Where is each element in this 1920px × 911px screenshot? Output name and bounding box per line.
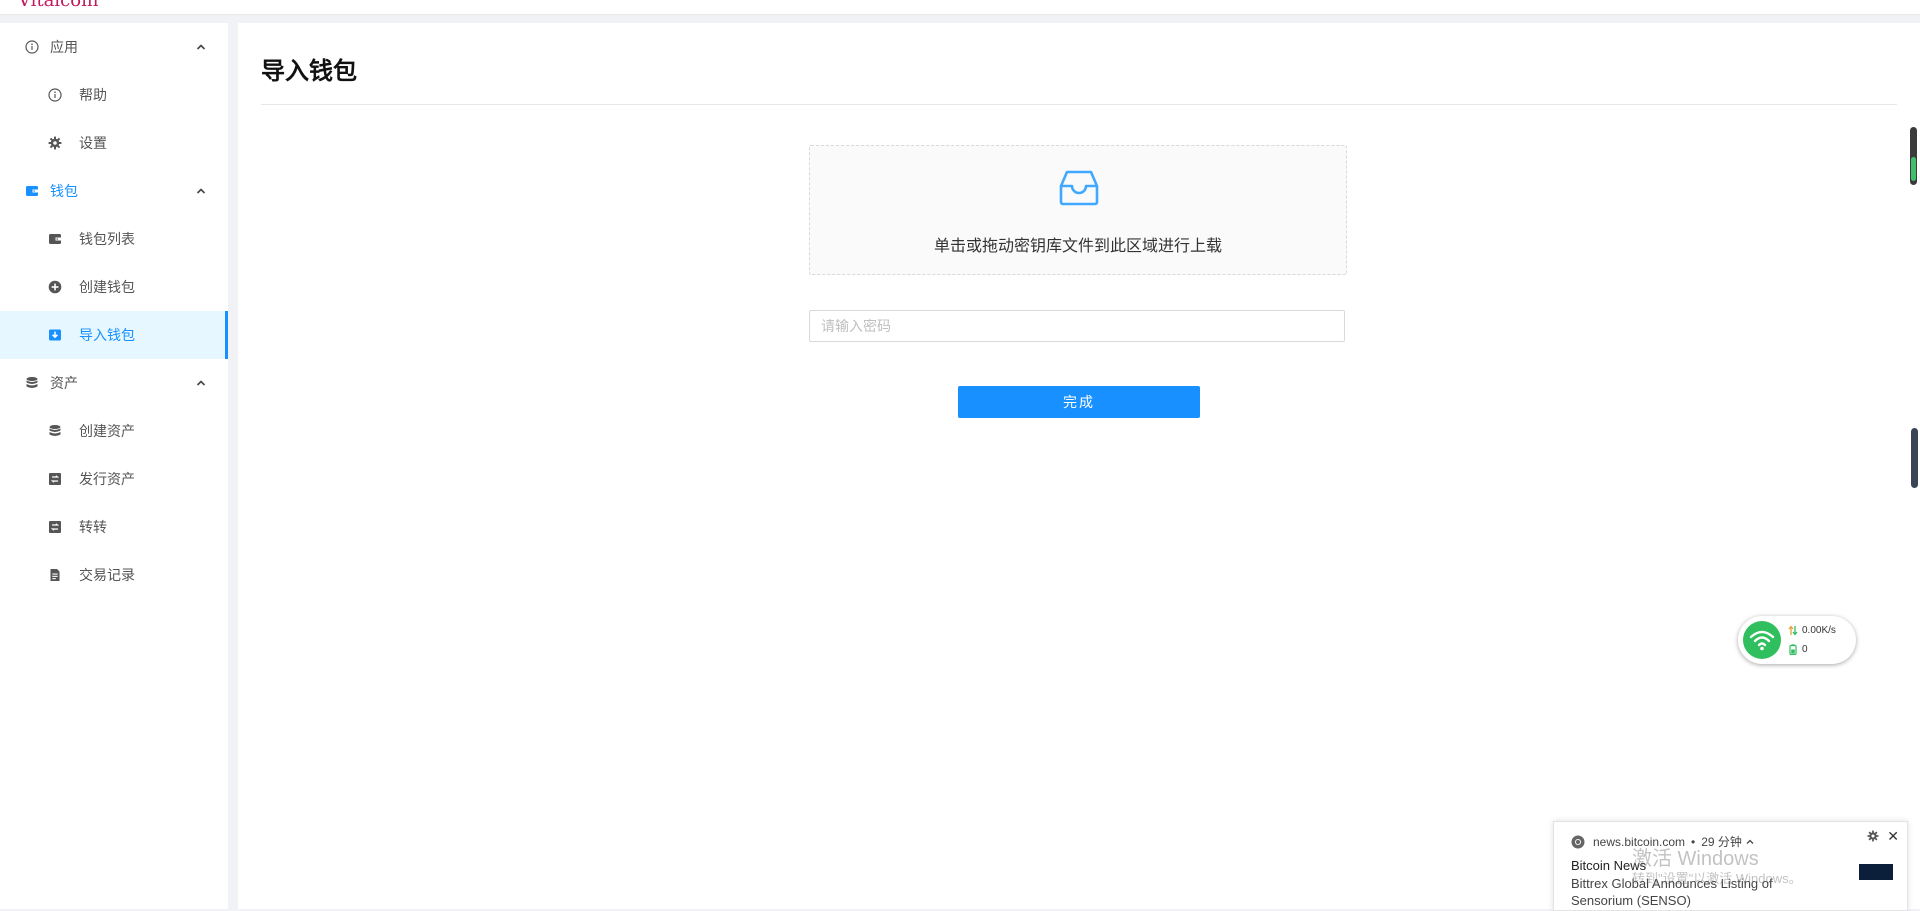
network-speed-widget[interactable]: 0.00K/s 0 (1738, 616, 1856, 664)
wifi-icon (1743, 621, 1781, 659)
keystore-upload-dropzone[interactable]: 单击或拖动密钥库文件到此区域进行上载 (809, 145, 1347, 275)
sidebar-item-label: 导入钱包 (79, 327, 135, 343)
browser-notification[interactable]: news.bitcoin.com • 29 分钟 ✕ Bitcoin News … (1553, 821, 1908, 911)
sidebar-item-label: 转转 (79, 519, 107, 535)
exchange-icon (47, 519, 63, 535)
sidebar-item-label: 发行资产 (79, 471, 135, 487)
gear-icon (47, 135, 63, 151)
net-count-value: 0 (1802, 644, 1808, 655)
chevron-up-icon (196, 188, 206, 194)
net-count-row: 0 (1788, 644, 1808, 655)
sidebar-item-transaction-history[interactable]: 交易记录 (0, 551, 228, 599)
sidebar-item-create-asset[interactable]: 创建资产 (0, 407, 228, 455)
up-down-arrows-icon (1788, 625, 1798, 636)
app-brand: Vitalcoin (18, 0, 99, 11)
sidebar-item-label: 创建资产 (79, 423, 135, 439)
sidebar-group-label: 钱包 (50, 183, 78, 199)
chevron-up-icon (196, 380, 206, 386)
done-button[interactable]: 完成 (958, 386, 1200, 418)
wallet-icon (24, 183, 40, 199)
sidebar: 应用 帮助 设置 钱包 钱包列表 创建钱包 导入钱包 资产 创建资产 发行资产 … (0, 23, 228, 909)
plus-circle-icon (47, 279, 63, 295)
database-icon (47, 423, 63, 439)
sidebar-group-label: 资产 (50, 375, 78, 391)
sidebar-item-wallet-list[interactable]: 钱包列表 (0, 215, 228, 263)
exchange-icon (47, 471, 63, 487)
chevron-up-icon (196, 44, 206, 50)
sidebar-item-import-wallet[interactable]: 导入钱包 (0, 311, 228, 359)
sidebar-item-issue-asset[interactable]: 发行资产 (0, 455, 228, 503)
sidebar-item-label: 交易记录 (79, 567, 135, 583)
chrome-icon (1571, 835, 1585, 848)
sidebar-item-label: 设置 (79, 135, 107, 151)
sidebar-item-label: 帮助 (79, 87, 107, 103)
sidebar-item-transfer[interactable]: 转转 (0, 503, 228, 551)
side-handle[interactable] (1911, 428, 1918, 488)
sidebar-group-assets[interactable]: 资产 (0, 359, 228, 407)
page-title: 导入钱包 (261, 58, 357, 85)
net-speed-row: 0.00K/s (1788, 625, 1836, 636)
sidebar-item-label: 创建钱包 (79, 279, 135, 295)
top-bar: Vitalcoin (0, 0, 1920, 15)
sidebar-group-wallet[interactable]: 钱包 (0, 167, 228, 215)
net-speed-value: 0.00K/s (1802, 625, 1836, 636)
main-content: 导入钱包 单击或拖动密钥库文件到此区域进行上载 完成 (238, 23, 1920, 909)
upload-hint-text: 单击或拖动密钥库文件到此区域进行上载 (933, 238, 1222, 255)
sidebar-item-create-wallet[interactable]: 创建钱包 (0, 263, 228, 311)
notification-thumbnail (1859, 864, 1893, 880)
password-input[interactable] (809, 310, 1345, 342)
activation-watermark-title: 激活 Windows (1632, 848, 1759, 870)
gear-icon[interactable] (1867, 830, 1879, 842)
battery-icon (1789, 644, 1797, 655)
info-circle-icon (24, 39, 40, 55)
sidebar-group-label: 应用 (50, 39, 78, 55)
database-icon (24, 375, 40, 391)
sidebar-item-label: 钱包列表 (79, 231, 135, 247)
sidebar-group-app[interactable]: 应用 (0, 23, 228, 71)
info-circle-icon (47, 87, 63, 103)
wallet-icon (47, 231, 63, 247)
title-divider (261, 104, 1897, 105)
inbox-icon (1059, 170, 1099, 206)
file-text-icon (47, 567, 63, 583)
activation-watermark-subtitle: 转到"设置"以激活 Windows。 (1632, 871, 1802, 886)
sidebar-item-help[interactable]: 帮助 (0, 71, 228, 119)
import-icon (47, 327, 63, 343)
close-icon[interactable]: ✕ (1887, 828, 1899, 845)
sidebar-item-settings[interactable]: 设置 (0, 119, 228, 167)
side-scroll-indicator[interactable] (1910, 127, 1917, 185)
